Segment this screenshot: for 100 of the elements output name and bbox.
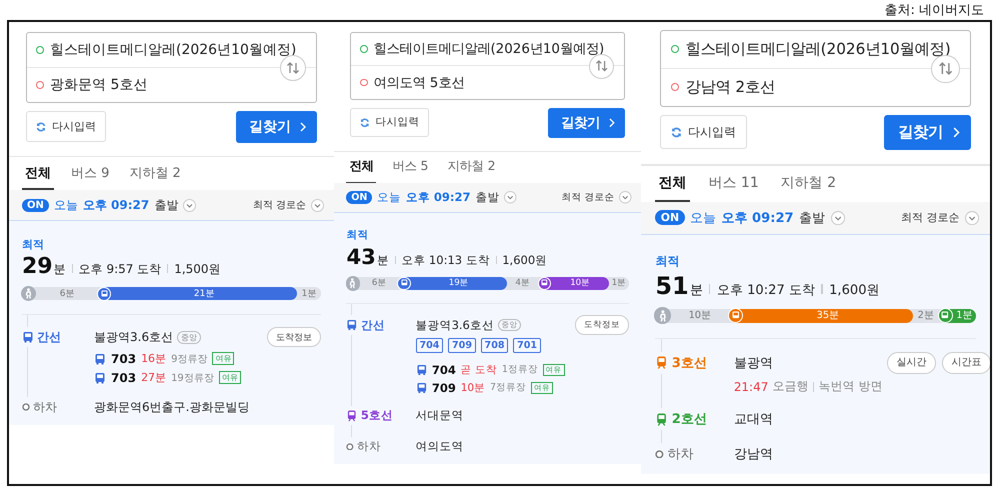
filter-tab[interactable]: 버스 5 — [390, 152, 432, 184]
walk-icon — [346, 276, 360, 290]
train-toward: 녹번역 방면 — [818, 378, 882, 396]
reset-button[interactable]: 다시입력 — [660, 115, 747, 150]
minutes-unit: 분 — [376, 253, 389, 268]
station-name: 여의도역 — [416, 439, 464, 454]
vehicle-icon — [728, 308, 744, 324]
stop-circle-icon — [655, 450, 664, 458]
on-badge[interactable]: ON — [22, 198, 49, 212]
sort-selector[interactable]: 최적 경로순 — [901, 210, 960, 225]
station-name: 불광역 — [734, 354, 773, 372]
sort-selector[interactable]: 최적 경로순 — [252, 198, 306, 212]
line-name: 2호선 — [672, 411, 707, 428]
best-route-tag: 최적 — [22, 237, 321, 252]
duration-label: 35분 — [816, 309, 840, 322]
on-badge[interactable]: ON — [655, 210, 685, 226]
train-direction: 오금행 — [772, 378, 809, 396]
destination-field[interactable]: 강남역 2호선 — [686, 76, 776, 98]
origin-field[interactable]: 힐스테이트메디알레(2026년10월예정) — [50, 41, 296, 59]
search-button[interactable]: 길찾기 — [884, 115, 972, 150]
duration-label: 1분 — [955, 309, 974, 322]
info-button[interactable]: 시간표 — [942, 352, 990, 374]
stop-circle-icon — [346, 442, 354, 450]
refresh-icon — [670, 126, 682, 138]
arrival-time: 16분 — [141, 351, 166, 366]
info-button[interactable]: 실시간 — [886, 352, 936, 374]
alight-label: 하차 — [667, 446, 694, 464]
departure-label: 출발 — [475, 190, 500, 206]
train-icon — [655, 356, 668, 370]
info-button[interactable]: 도착정보 — [575, 315, 629, 335]
origin-field[interactable]: 힐스테이트메디알레(2026년10월예정) — [373, 40, 604, 58]
bus-number-tag[interactable]: 701 — [513, 338, 541, 354]
crowd-badge: 여유 — [542, 364, 565, 376]
swap-button[interactable] — [931, 54, 960, 83]
fare: 1,600원 — [502, 253, 548, 268]
bus-icon — [94, 352, 106, 364]
departure-time: 21:47 — [734, 380, 768, 394]
origin-dot-icon — [670, 44, 680, 54]
filter-tab[interactable]: 지하철 2 — [126, 157, 184, 190]
walk-icon — [654, 307, 671, 324]
destination-field[interactable]: 광화문역 5호선 — [50, 76, 148, 94]
reset-button[interactable]: 다시입력 — [26, 111, 106, 142]
origin-dot-icon — [36, 46, 44, 54]
departure-label: 출발 — [154, 196, 178, 214]
crowd-badge: 여유 — [218, 371, 241, 384]
dropdown-icon — [504, 191, 517, 204]
bus-number-tag[interactable]: 708 — [480, 338, 508, 354]
bus-icon — [22, 331, 34, 343]
dropdown-icon — [619, 191, 632, 204]
bus-number: 709 — [432, 380, 456, 395]
sort-selector[interactable]: 최적 경로순 — [561, 191, 614, 204]
route-card[interactable]: 최적 29 분 오후 9:57 도착 1,500원 6분 21분 1분 간선 불광역3.6호선 중앙 703 16분 9정류장 여유 703 27분 19정류장 여유 도착정보 하차 광화문역6번출구.광화문빌딩 — [9, 221, 334, 425]
line-name: 3호선 — [672, 354, 707, 372]
station-name: 서대문역 — [416, 408, 464, 424]
minutes-unit: 분 — [54, 261, 66, 278]
duration-label: 2분 — [916, 309, 935, 322]
filter-tab[interactable]: 지하철 2 — [777, 166, 840, 202]
destination-field[interactable]: 여의도역 5호선 — [373, 74, 464, 92]
swap-button[interactable] — [589, 54, 614, 79]
info-button[interactable]: 도착정보 — [267, 327, 321, 347]
search-button[interactable]: 길찾기 — [548, 108, 625, 138]
chevron-icon — [608, 118, 616, 128]
reset-button[interactable]: 다시입력 — [350, 108, 429, 138]
search-button[interactable]: 길찾기 — [236, 111, 317, 143]
total-minutes: 43 — [346, 244, 376, 270]
duration-label: 21분 — [192, 288, 216, 300]
line-name: 간선 — [360, 318, 385, 333]
minutes-unit: 분 — [690, 282, 703, 299]
vehicle-icon — [397, 276, 411, 290]
departure-time: 오후 09:27 — [721, 210, 794, 227]
route-card[interactable]: 최적 43 분 오후 10:13 도착 1,600원 6분 19분 4분 10분 1분 간선 불광역3.6호선 중앙 704 709 708 701 704 곧 도착 1정류장 여유 709 10분 7정류장 여유 도착정보 5호선 서대문역 하차 여의도역 — [334, 213, 642, 464]
swap-button[interactable] — [280, 55, 306, 81]
dropdown-icon — [830, 210, 845, 225]
destination-dot-icon — [36, 81, 44, 89]
station-name: 광화문역6번출구.광화문빌딩 — [94, 398, 250, 416]
departure-label: 출발 — [799, 210, 826, 227]
arrival-time: 오후 10:13 도착 — [401, 253, 490, 268]
station-name: 불광역3.6호선 — [94, 328, 174, 346]
arrival-time: 27분 — [141, 370, 166, 385]
station-tag: 중앙 — [498, 319, 522, 332]
bus-number-tag[interactable]: 704 — [416, 338, 444, 354]
bus-icon — [94, 372, 106, 384]
stops-away: 19정류장 — [171, 372, 214, 384]
bus-icon — [346, 319, 358, 331]
filter-tab[interactable]: 버스 11 — [705, 166, 762, 202]
departure-day: 오늘 — [690, 208, 716, 227]
on-badge[interactable]: ON — [346, 191, 372, 204]
arrival-time: 오후 10:27 도착 — [716, 282, 815, 299]
swap-icon — [938, 62, 954, 76]
filter-tab[interactable]: 지하철 2 — [444, 152, 498, 184]
duration-label: 1분 — [300, 288, 318, 300]
walk-icon — [21, 286, 36, 301]
bus-number-tag[interactable]: 709 — [448, 338, 476, 354]
duration-label: 10분 — [569, 277, 592, 290]
chevron-icon — [299, 122, 307, 132]
line-name: 5호선 — [360, 408, 393, 424]
origin-field[interactable]: 힐스테이트메디알레(2026년10월예정) — [686, 38, 951, 60]
filter-tab[interactable]: 버스 9 — [68, 157, 112, 190]
source-caption: 출처: 네이버지도 — [884, 2, 984, 20]
route-card[interactable]: 최적 51 분 오후 10:27 도착 1,600원 10분 35분 2분 1분 3호선 불광역 21:47 오금행 녹번역 방면 실시간 시간표 2호선 교대역 하차 강남역 — [641, 235, 990, 474]
